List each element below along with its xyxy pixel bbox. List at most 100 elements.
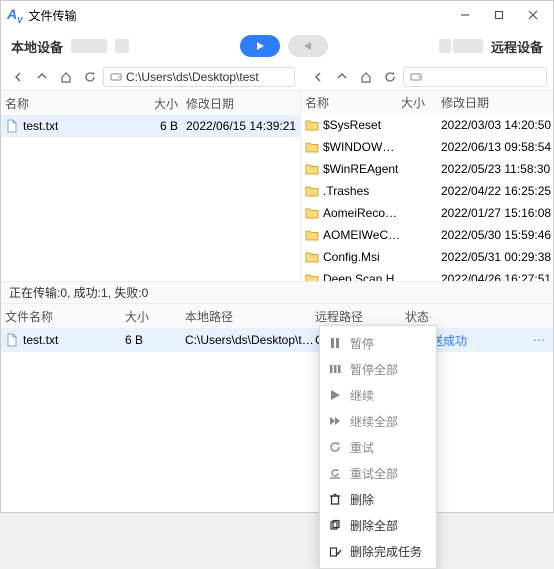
queue-columns: 文件名称 大小 本地路径 远程路径 状态 xyxy=(1,304,553,328)
local-up-button[interactable] xyxy=(31,66,53,88)
folder-name: Config.Msi xyxy=(323,250,380,264)
local-file-list[interactable]: test.txt6 B2022/06/15 14:39:21 xyxy=(1,115,300,137)
queue-file-size: 6 B xyxy=(125,333,185,347)
local-pane: 名称 大小 修改日期 test.txt6 B2022/06/15 14:39:2… xyxy=(1,91,301,281)
menu-item-trash[interactable]: 删除 xyxy=(320,486,436,512)
local-refresh-button[interactable] xyxy=(79,66,101,88)
pause-icon xyxy=(328,336,342,350)
menu-item-trash-all[interactable]: 删除全部 xyxy=(320,512,436,538)
menu-item-label: 删除完成任务 xyxy=(350,543,422,560)
remote-back-button[interactable] xyxy=(307,66,329,88)
app-icon: AV xyxy=(7,6,22,25)
remote-columns: 名称 大小 修改日期 xyxy=(301,91,553,114)
col-size[interactable]: 大小 xyxy=(401,94,441,111)
trash-all-icon xyxy=(328,518,342,532)
file-name: test.txt xyxy=(23,119,58,133)
col-size[interactable]: 大小 xyxy=(125,308,185,325)
menu-item-trash-done[interactable]: 删除完成任务 xyxy=(320,538,436,564)
menu-item-label: 暂停全部 xyxy=(350,361,398,378)
menu-item-retry-all: 重试全部 xyxy=(320,460,436,486)
queue-file-name: test.txt xyxy=(23,333,58,347)
file-date: 2022/03/03 14:20:50 xyxy=(441,118,549,132)
local-device-label: 本地设备 xyxy=(11,37,63,56)
minimize-button[interactable] xyxy=(451,4,479,26)
disk-icon xyxy=(410,71,422,83)
menu-item-label: 继续 xyxy=(350,387,374,404)
file-date: 2022/04/26 16:27:51 xyxy=(441,272,549,281)
folder-row[interactable]: AOMEIWeChatRecovery 2022/05/30 15:59:46 xyxy=(301,224,553,246)
folder-name: AOMEIWeChatRecovery xyxy=(323,228,401,242)
device-header: 本地设备 远程设备 xyxy=(1,29,553,63)
trash-done-icon xyxy=(328,544,342,558)
file-panes: 名称 大小 修改日期 test.txt6 B2022/06/15 14:39:2… xyxy=(1,91,553,281)
play-all-icon xyxy=(328,414,342,428)
folder-row[interactable]: .Trashes2022/04/22 16:25:25 xyxy=(301,180,553,202)
queue-row[interactable]: test.txt6 BC:\Users\ds\Desktop\test\C:\➔… xyxy=(1,328,553,352)
queue-body: test.txt6 BC:\Users\ds\Desktop\test\C:\➔… xyxy=(1,328,553,352)
file-date: 2022/05/31 00:29:38 xyxy=(441,250,549,264)
col-filename[interactable]: 文件名称 xyxy=(5,308,125,325)
local-path-text: C:\Users\ds\Desktop\test xyxy=(126,70,259,84)
folder-row[interactable]: Config.Msi 2022/05/31 00:29:38 xyxy=(301,246,553,268)
file-date: 2022/05/30 15:59:46 xyxy=(441,228,549,242)
remote-pane: 名称 大小 修改日期 $SysReset2022/03/03 14:20:50$… xyxy=(301,91,553,281)
menu-item-label: 继续全部 xyxy=(350,413,398,430)
remote-home-button[interactable] xyxy=(355,66,377,88)
window-title: 文件传输 xyxy=(28,7,76,24)
menu-item-pause-all: 暂停全部 xyxy=(320,356,436,382)
folder-row[interactable]: AomeiRecovery 2022/01/27 15:16:08 xyxy=(301,202,553,224)
local-nav: C:\Users\ds\Desktop\test xyxy=(1,63,301,90)
menu-item-label: 删除 xyxy=(350,491,374,508)
status-bar: 正在传输:0, 成功:1, 失败:0 xyxy=(1,281,553,303)
col-date[interactable]: 修改日期 xyxy=(186,95,296,112)
col-date[interactable]: 修改日期 xyxy=(441,94,549,111)
file-size: 6 B xyxy=(136,119,186,133)
file-transfer-window: AV 文件传输 本地设备 远程设备 C:\Users\ds\Desktop\te… xyxy=(0,0,554,513)
remote-up-button[interactable] xyxy=(331,66,353,88)
menu-item-play-all: 继续全部 xyxy=(320,408,436,434)
folder-name: AomeiRecovery xyxy=(323,206,401,220)
file-row[interactable]: test.txt6 B2022/06/15 14:39:21 xyxy=(1,115,300,137)
col-size[interactable]: 大小 xyxy=(136,95,186,112)
local-columns: 名称 大小 修改日期 xyxy=(1,91,300,115)
menu-item-label: 删除全部 xyxy=(350,517,398,534)
send-button[interactable] xyxy=(240,35,280,57)
remote-device-info-placeholder xyxy=(439,39,483,53)
context-menu: 暂停暂停全部继续继续全部重试重试全部删除删除全部删除完成任务 xyxy=(319,325,437,569)
col-name[interactable]: 名称 xyxy=(305,94,401,111)
folder-row[interactable]: $SysReset2022/03/03 14:20:50 xyxy=(301,114,553,136)
nav-row: C:\Users\ds\Desktop\test xyxy=(1,63,553,91)
menu-item-pause: 暂停 xyxy=(320,330,436,356)
local-device-info-placeholder-2 xyxy=(115,39,129,53)
folder-name: $WinREAgent xyxy=(323,162,398,176)
disk-icon xyxy=(110,71,122,83)
remote-file-list[interactable]: $SysReset2022/03/03 14:20:50$WINDOWS.~DT… xyxy=(301,114,553,281)
col-local-path[interactable]: 本地路径 xyxy=(185,308,315,325)
col-status[interactable]: 状态 xyxy=(405,308,529,325)
status-text: 正在传输:0, 成功:1, 失败:0 xyxy=(9,284,148,301)
retry-all-icon xyxy=(328,466,342,480)
folder-row[interactable]: $WINDOWS.~DT2022/06/13 09:58:54 xyxy=(301,136,553,158)
menu-item-label: 重试 xyxy=(350,439,374,456)
local-back-button[interactable] xyxy=(7,66,29,88)
transfer-queue: 文件名称 大小 本地路径 远程路径 状态 test.txt6 BC:\Users… xyxy=(1,303,553,512)
retry-icon xyxy=(328,440,342,454)
folder-name: Deep Scan H xyxy=(323,272,394,281)
remote-path-input[interactable] xyxy=(403,67,547,87)
file-date: 2022/05/23 11:58:30 xyxy=(441,162,549,176)
file-date: 2022/06/13 09:58:54 xyxy=(441,140,549,154)
folder-row[interactable]: $WinREAgent 2022/05/23 11:58:30 xyxy=(301,158,553,180)
local-path-input[interactable]: C:\Users\ds\Desktop\test xyxy=(103,67,295,87)
queue-more-button[interactable]: ⋯ xyxy=(529,333,549,347)
close-button[interactable] xyxy=(519,4,547,26)
local-home-button[interactable] xyxy=(55,66,77,88)
folder-row[interactable]: Deep Scan H 2022/04/26 16:27:51 xyxy=(301,268,553,281)
file-date: 2022/01/27 15:16:08 xyxy=(441,206,549,220)
col-remote-path[interactable]: 远程路径 xyxy=(315,308,405,325)
play-icon xyxy=(328,388,342,402)
remote-refresh-button[interactable] xyxy=(379,66,401,88)
col-name[interactable]: 名称 xyxy=(5,95,136,112)
pause-all-icon xyxy=(328,362,342,376)
maximize-button[interactable] xyxy=(485,4,513,26)
receive-button[interactable] xyxy=(288,35,328,57)
